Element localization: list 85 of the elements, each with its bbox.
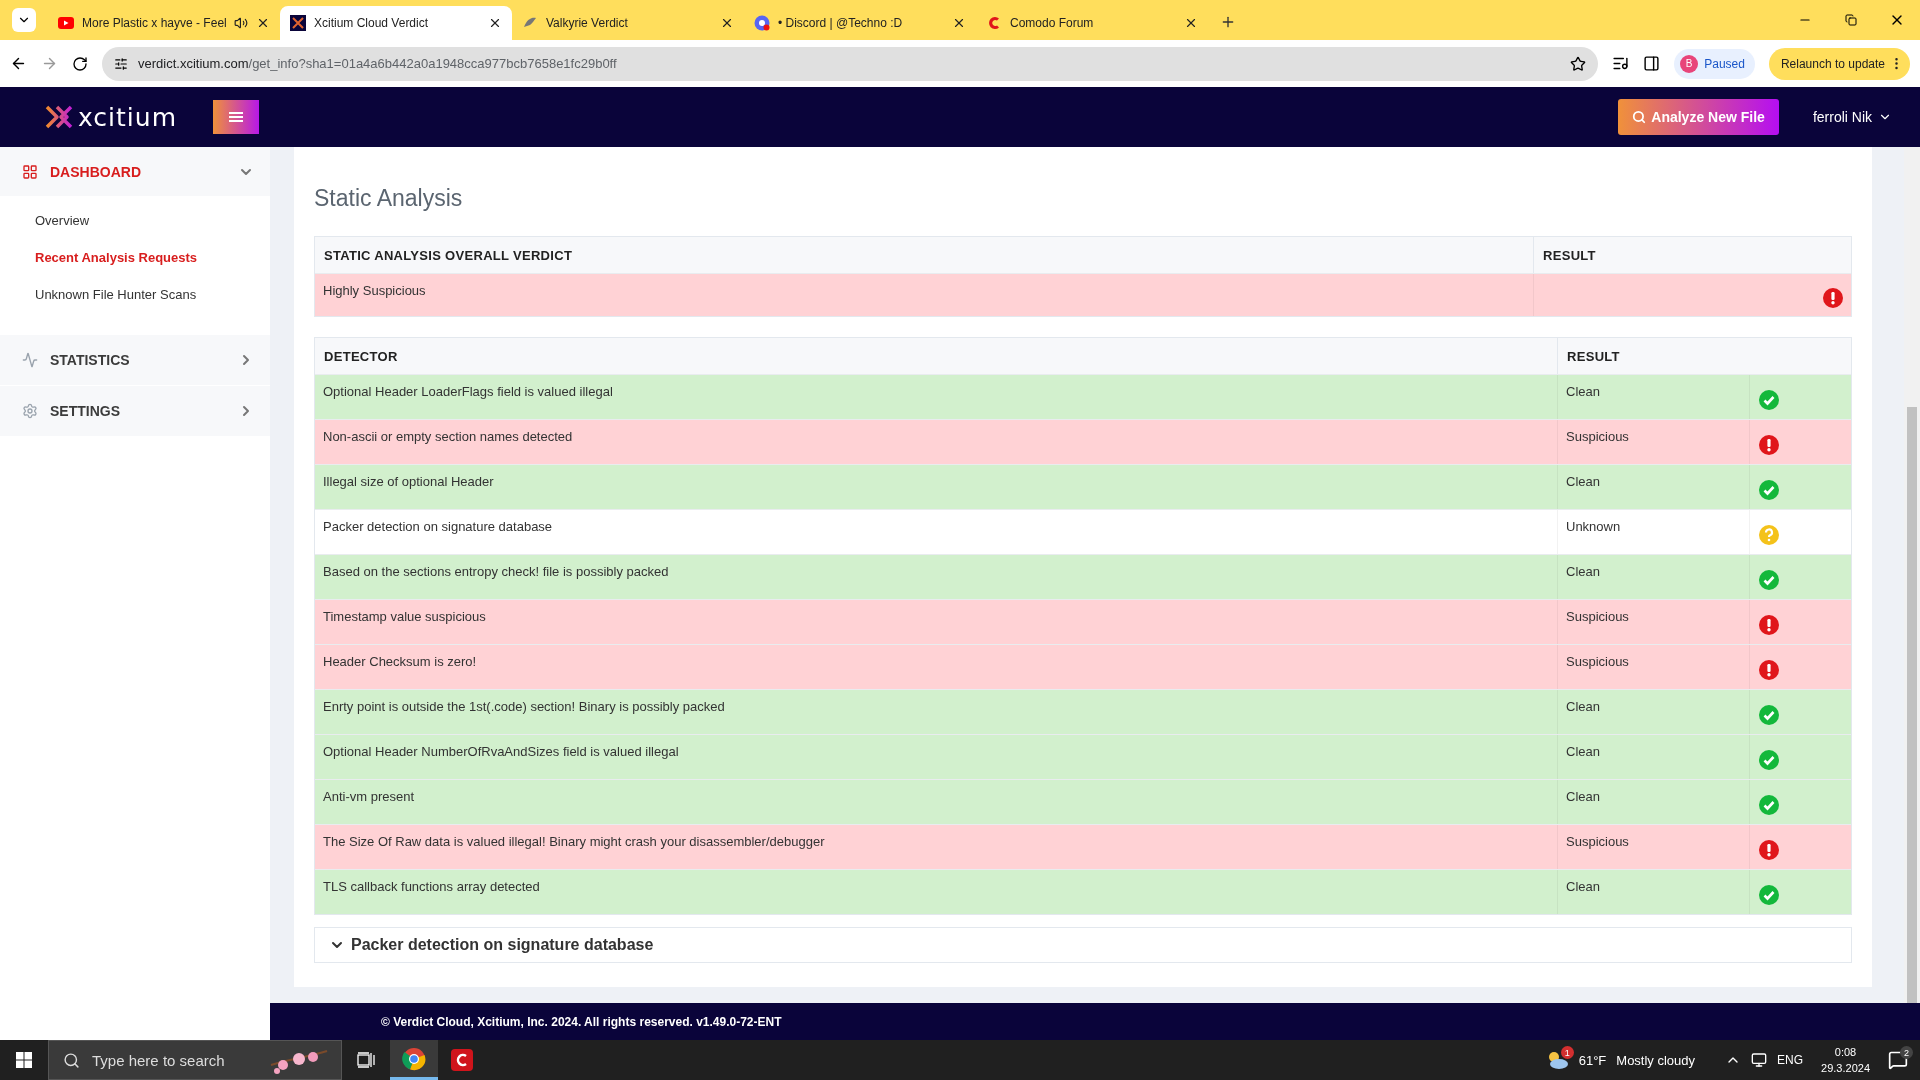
tab-list-button[interactable] xyxy=(12,8,36,32)
section-title: Static Analysis xyxy=(314,185,464,212)
sidebar-section[interactable]: DASHBOARD xyxy=(0,147,270,196)
table-cell-text: Timestamp value suspicious xyxy=(322,608,487,626)
table-cell-text: Header Checksum is zero! xyxy=(322,653,478,671)
search-icon xyxy=(1632,110,1647,124)
table-cell-text: Non-ascii or empty section names detected xyxy=(322,428,574,446)
table-cell-text: Based on the sections entropy check! file is possibly packed xyxy=(322,563,670,581)
table-cell-text: Highly Suspicious xyxy=(322,282,427,300)
url-path: /get_info?sha1=01a4a6b442a0a1948cca977bcb7658e1fc29b0ff xyxy=(248,56,618,71)
video-play-icon xyxy=(58,17,74,29)
clock[interactable]: 0:08 29.3.2024 xyxy=(1821,1044,1870,1076)
site-settings-icon[interactable] xyxy=(114,56,128,71)
media-control-icon[interactable] xyxy=(1612,55,1630,72)
browser-tab[interactable]: • Discord | @Techno :D xyxy=(744,6,976,40)
copyright-text: © Verdict Cloud, Xcitium, Inc. 2024. All rights reserved. v1.49.0-72-ENT xyxy=(381,1014,782,1029)
back-icon[interactable] xyxy=(10,55,27,72)
new-tab-icon[interactable] xyxy=(1220,14,1236,30)
notification-badge: 2 xyxy=(1900,1046,1913,1059)
menu-button[interactable] xyxy=(213,100,259,134)
close-icon[interactable] xyxy=(1184,16,1198,30)
user-menu[interactable]: ferroli Nik xyxy=(1806,108,1898,126)
profile-avatar: B xyxy=(1680,54,1699,73)
bookmark-star-icon[interactable] xyxy=(1570,55,1587,72)
close-icon[interactable] xyxy=(720,16,734,30)
menu-icon xyxy=(229,111,243,123)
weather-badge: 1 xyxy=(1560,1046,1574,1059)
browser-icon xyxy=(402,1046,426,1071)
language-indicator[interactable]: ENG xyxy=(1777,1053,1804,1067)
settings-icon xyxy=(22,403,38,419)
c-logo-icon xyxy=(451,1049,473,1071)
table-cell-text: Packer detection on signature database xyxy=(322,518,554,536)
browser-tab[interactable]: Xcitium Cloud Verdict xyxy=(280,6,512,40)
task-view-icon xyxy=(357,1052,375,1068)
column-header: DETECTOR xyxy=(315,338,1557,374)
relaunch-button[interactable]: Relaunch to update xyxy=(1768,47,1910,80)
temperature-text: 61°F xyxy=(1578,1052,1607,1068)
browser-tab[interactable]: More Plastic x hayve - Feel xyxy=(48,6,280,40)
table-cell-text: The Size Of Raw data is valued illegal! Binary might crash your disassembler/debugger xyxy=(322,833,826,851)
sidebar-item[interactable]: Overview xyxy=(0,202,270,239)
close-icon[interactable] xyxy=(256,16,270,30)
restore-icon xyxy=(1845,14,1857,26)
sidebar-section[interactable]: STATISTICS xyxy=(0,335,270,385)
table-cell-text: Anti-vm present xyxy=(322,788,416,806)
sidebar-section[interactable]: SETTINGS xyxy=(0,386,270,436)
scrollbar[interactable] xyxy=(1904,147,1920,1003)
table-cell-text: Enrty point is outside the 1st(.code) section! Binary is possibly packed xyxy=(322,698,726,716)
c-logo-icon xyxy=(986,15,1002,31)
search-icon xyxy=(63,1051,80,1069)
x-logo-icon xyxy=(44,104,74,130)
windows-logo-icon xyxy=(16,1052,32,1068)
weather-text: Mostly cloudy xyxy=(1616,1052,1696,1068)
sidebar-item[interactable]: Recent Analysis Requests xyxy=(0,239,270,276)
forward-icon[interactable] xyxy=(41,55,58,72)
browser-tab[interactable]: Comodo Forum xyxy=(976,6,1208,40)
browser-taskbar-button[interactable] xyxy=(390,1040,438,1080)
table-cell-text: TLS callback functions array detected xyxy=(322,878,541,896)
address-bar[interactable]: verdict.xcitium.com/get_info?sha1=01a4a6b442a0a1948cca977bcb7658e1fc29b0ff xyxy=(102,46,1599,81)
side-panel-icon[interactable] xyxy=(1643,55,1661,72)
sidebar-item[interactable]: Unknown File Hunter Scans xyxy=(0,276,270,313)
logo-text: xcitium xyxy=(78,102,177,132)
speaker-icon[interactable] xyxy=(234,16,248,30)
accordion-header[interactable]: Packer detection on signature database xyxy=(314,927,1852,963)
close-icon[interactable] xyxy=(488,16,502,30)
network-icon[interactable] xyxy=(1751,1052,1768,1068)
url-host: verdict.xcitium.com xyxy=(138,56,249,71)
table-cell-text: Optional Header LoaderFlags field is valued illegal xyxy=(322,383,614,401)
chat-app-icon xyxy=(754,15,770,31)
search-placeholder: Type here to search xyxy=(92,1051,225,1069)
reload-icon[interactable] xyxy=(72,55,88,72)
table-cell-text: Illegal size of optional Header xyxy=(322,473,495,491)
table-cell: Clean xyxy=(1557,870,1749,914)
browser-tab[interactable]: Valkyrie Verdict xyxy=(512,6,744,40)
column-header: STATIC ANALYSIS OVERALL VERDICT xyxy=(315,237,1533,273)
analyze-new-file-button[interactable]: Analyze New File xyxy=(1618,99,1779,135)
x-logo-icon xyxy=(290,15,306,31)
profile-button[interactable]: B Paused xyxy=(1674,48,1755,79)
column-header: RESULT xyxy=(1557,338,1851,374)
column-header: RESULT xyxy=(1533,237,1851,273)
notification-icon[interactable] xyxy=(1888,1050,1908,1070)
pulse-icon xyxy=(22,352,38,368)
table-cell-text: Optional Header NumberOfRvaAndSizes field is valued illegal xyxy=(322,743,680,761)
grid-icon xyxy=(22,163,38,180)
close-icon[interactable] xyxy=(952,16,966,30)
taskbar-search-field[interactable]: Type here to search xyxy=(48,1040,342,1080)
